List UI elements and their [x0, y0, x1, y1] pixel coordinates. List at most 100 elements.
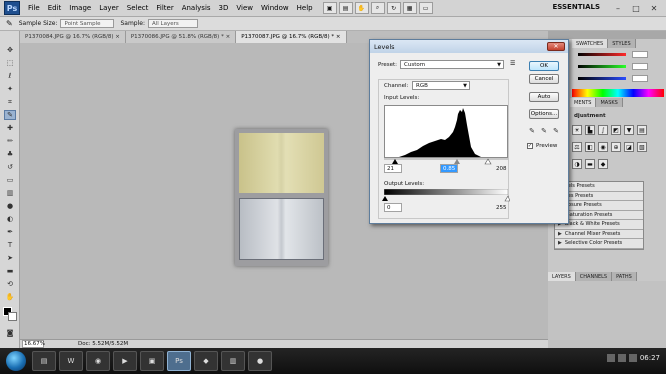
path-selection-tool-icon[interactable]: ➤ [4, 253, 16, 263]
tab-channels[interactable]: CHANNELS [575, 272, 613, 281]
menu-select[interactable]: Select [123, 4, 153, 12]
blue-value-field[interactable] [632, 75, 648, 82]
vibrance-icon[interactable]: ▼ [624, 125, 634, 135]
brush-tool-icon[interactable]: ✏ [4, 136, 16, 146]
pen-tool-icon[interactable]: ✒ [4, 227, 16, 237]
output-white-slider[interactable] [504, 195, 510, 202]
quick-mask-icon[interactable]: ◙ [4, 328, 16, 338]
color-balance-icon[interactable]: ⚖ [572, 142, 582, 152]
blue-slider[interactable] [578, 77, 626, 80]
crop-tool-icon[interactable]: ⌗ [4, 97, 16, 107]
sample-size-select[interactable]: Point Sample [60, 19, 115, 28]
input-white-field[interactable]: 208 [494, 164, 512, 173]
sample-select[interactable]: All Layers [147, 19, 198, 28]
layers-panel[interactable] [548, 281, 666, 348]
exposure-icon[interactable]: ◩ [611, 125, 621, 135]
channel-mixer-icon[interactable]: ⊕ [611, 142, 621, 152]
black-point-eyedropper-icon[interactable]: ✎ [528, 126, 536, 135]
clock[interactable]: 06:27 [640, 354, 660, 362]
auto-button[interactable]: Auto [529, 92, 559, 102]
maximize-button[interactable]: □ [628, 2, 644, 14]
quick-select-tool-icon[interactable]: ✦ [4, 84, 16, 94]
preview-checkbox[interactable]: ✓ [527, 143, 533, 149]
curves-icon[interactable]: ∫ [598, 125, 608, 135]
app4-taskbar-icon[interactable]: ● [248, 351, 272, 371]
rotate-icon[interactable]: ↻ [386, 2, 401, 14]
output-black-field[interactable]: 0 [384, 203, 402, 212]
dodge-tool-icon[interactable]: ◐ [4, 214, 16, 224]
levels-icon[interactable]: ▙ [585, 125, 595, 135]
red-value-field[interactable] [632, 51, 648, 58]
battery-icon[interactable] [628, 354, 637, 362]
eyedropper-icon[interactable]: ✎ [6, 19, 13, 28]
document-image[interactable] [235, 129, 328, 266]
doc-size-info[interactable]: Doc: 5.52M/5.52M [78, 341, 128, 347]
hand-icon[interactable]: ✋ [354, 2, 369, 14]
lasso-tool-icon[interactable]: ℓ [4, 71, 16, 81]
dialog-title-bar[interactable]: Levels [370, 40, 568, 53]
tab-p1370086[interactable]: P1370086.JPG @ 51.8% (RGB/8) * × [125, 31, 237, 43]
tab-swatches[interactable]: SWATCHES [572, 39, 609, 48]
zoom-icon[interactable]: ⌕ [370, 2, 385, 14]
eraser-tool-icon[interactable]: ▭ [4, 175, 16, 185]
black-white-icon[interactable]: ◧ [585, 142, 595, 152]
output-white-field[interactable]: 255 [494, 203, 512, 212]
move-tool-icon[interactable]: ✥ [4, 45, 16, 55]
background-color-swatch[interactable] [8, 312, 17, 321]
gray-point-eyedropper-icon[interactable]: ✎ [540, 126, 548, 135]
menu-window[interactable]: Window [257, 4, 293, 12]
volume-icon[interactable] [617, 354, 626, 362]
photoshop-taskbar-icon[interactable]: Ps [167, 351, 191, 371]
minimize-button[interactable]: – [610, 2, 626, 14]
tab-p1370084[interactable]: P1370084.JPG @ 16.7% (RGB/8) × [20, 31, 126, 43]
arrange-icon[interactable]: ▦ [402, 2, 417, 14]
ok-button[interactable]: OK [529, 61, 559, 71]
green-slider[interactable] [578, 65, 626, 68]
preset-channel-mixer[interactable]: ▶ Channel Mixer Presets [555, 230, 643, 239]
white-point-eyedropper-icon[interactable]: ✎ [552, 126, 560, 135]
clone-stamp-tool-icon[interactable]: ♣ [4, 149, 16, 159]
tab-adjustments[interactable]: MENTS [570, 98, 597, 107]
menu-analysis[interactable]: Analysis [178, 4, 215, 12]
3d-rotate-tool-icon[interactable]: ⟲ [4, 279, 16, 289]
tab-layers[interactable]: LAYERS [548, 272, 576, 281]
color-spectrum-bar[interactable] [572, 89, 664, 97]
tab-styles[interactable]: STYLES [608, 39, 636, 48]
browser-taskbar-icon[interactable]: ◉ [86, 351, 110, 371]
input-gamma-field[interactable]: 0.85 [440, 164, 458, 173]
gradient-map-icon[interactable]: ▬ [585, 159, 595, 169]
tab-masks[interactable]: MASKS [596, 98, 623, 107]
close-window-button[interactable]: ✕ [646, 2, 662, 14]
input-black-field[interactable]: 21 [384, 164, 402, 173]
output-black-slider[interactable] [382, 196, 388, 201]
preset-selective-color[interactable]: ▶ Selective Color Presets [555, 239, 643, 249]
eyedropper-tool-icon[interactable]: ✎ [4, 110, 16, 120]
start-button[interactable] [6, 351, 26, 371]
threshold-icon[interactable]: ◑ [572, 159, 582, 169]
menu-view[interactable]: View [232, 4, 257, 12]
input-white-slider[interactable] [484, 158, 492, 165]
zoom-field[interactable]: 16.67% [22, 340, 45, 348]
workspace-switcher[interactable]: ESSENTIALS [553, 3, 601, 11]
screen-mode-icon[interactable]: ▭ [418, 2, 433, 14]
photo-filter-icon[interactable]: ◉ [598, 142, 608, 152]
menu-edit[interactable]: Edit [44, 4, 66, 12]
menu-filter[interactable]: Filter [152, 4, 177, 12]
network-icon[interactable] [606, 354, 615, 362]
green-value-field[interactable] [632, 63, 648, 70]
app3-taskbar-icon[interactable]: ▥ [221, 351, 245, 371]
type-tool-icon[interactable]: T [4, 240, 16, 250]
shape-tool-icon[interactable]: ▬ [4, 266, 16, 276]
red-slider[interactable] [578, 53, 626, 56]
selective-color-icon[interactable]: ◆ [598, 159, 608, 169]
preset-options-icon[interactable]: ☰ [510, 60, 515, 67]
invert-icon[interactable]: ◪ [624, 142, 634, 152]
hue-saturation-icon[interactable]: ▤ [637, 125, 647, 135]
options-button[interactable]: Options... [529, 109, 559, 119]
blur-tool-icon[interactable]: ● [4, 201, 16, 211]
app-taskbar-icon[interactable]: ▣ [140, 351, 164, 371]
healing-brush-tool-icon[interactable]: ✚ [4, 123, 16, 133]
dialog-close-button[interactable]: ✕ [547, 42, 565, 51]
gradient-tool-icon[interactable]: ▥ [4, 188, 16, 198]
cancel-button[interactable]: Cancel [529, 74, 559, 84]
